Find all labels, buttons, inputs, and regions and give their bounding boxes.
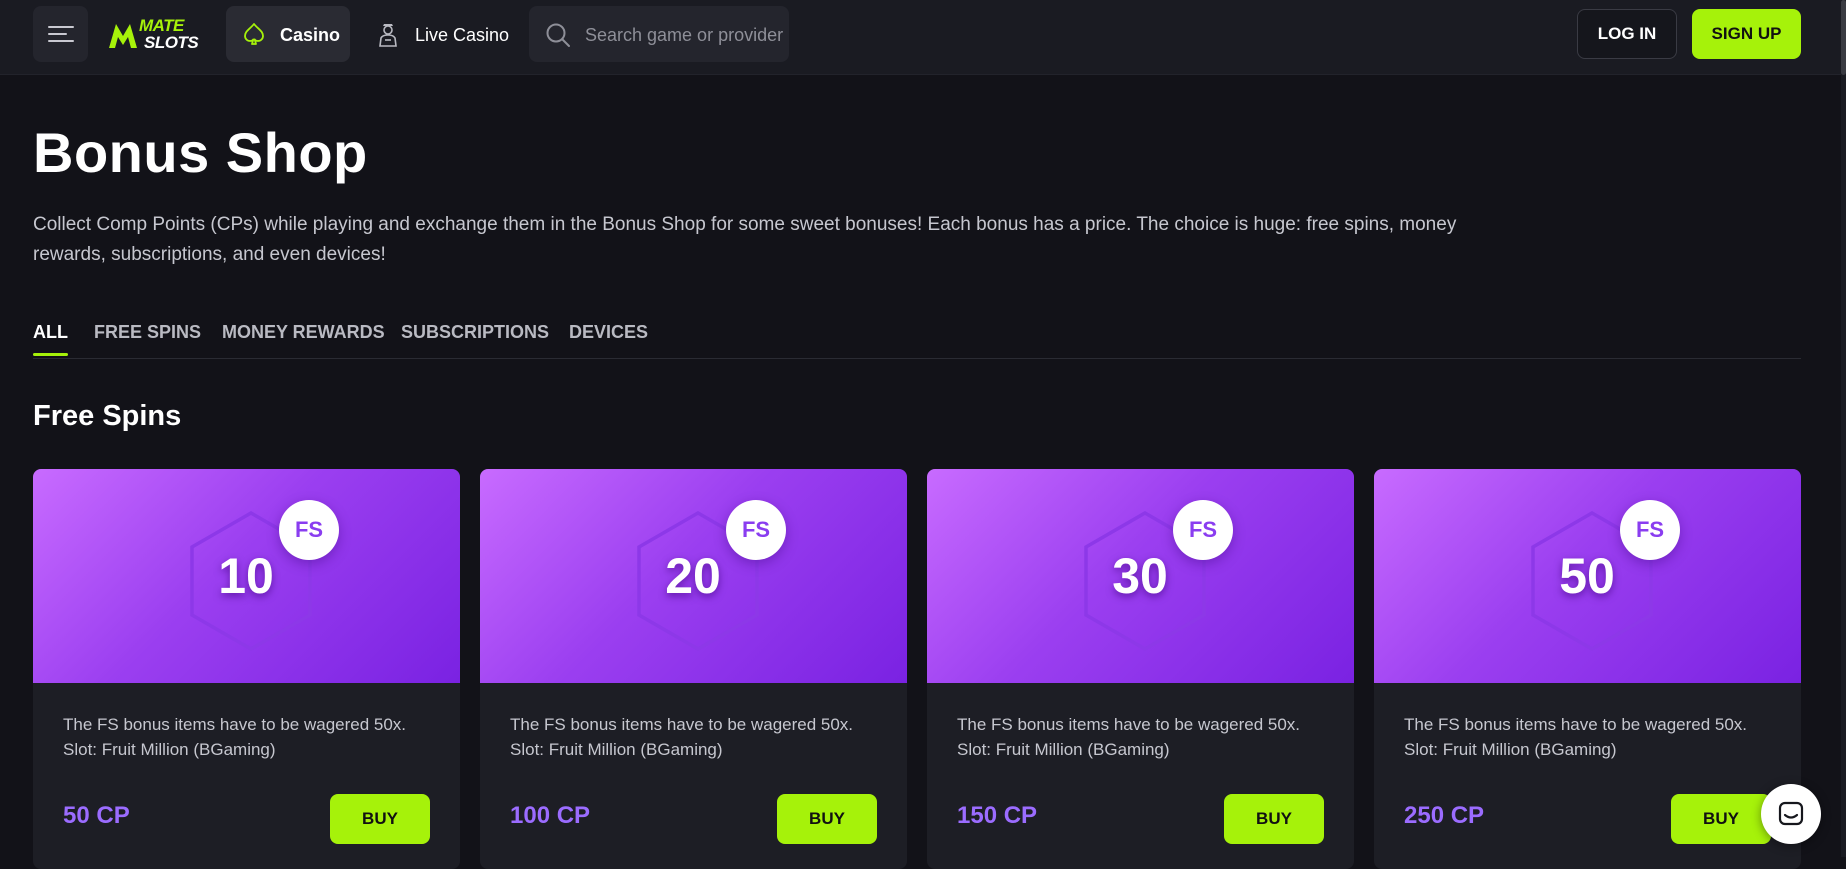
dealer-icon xyxy=(379,24,397,47)
scrollbar-thumb[interactable] xyxy=(1841,0,1846,75)
fs-badge: FS xyxy=(1620,500,1680,560)
menu-line xyxy=(48,40,74,42)
scrollbar[interactable] xyxy=(1841,0,1846,857)
search-icon xyxy=(546,23,570,47)
tab-subscriptions[interactable]: SUBSCRIPTIONS xyxy=(401,322,549,353)
fs-badge: FS xyxy=(279,500,339,560)
spade-icon xyxy=(244,23,264,45)
page-title: Bonus Shop xyxy=(33,121,368,184)
nav-casino[interactable]: Casino xyxy=(226,6,350,62)
top-bar: MATE SLOTS Casino Live Casino LOG IN SIG… xyxy=(0,0,1846,75)
buy-button[interactable]: BUY xyxy=(330,794,430,844)
tab-money-rewards[interactable]: MONEY REWARDS xyxy=(222,322,385,353)
logo-line1: MATE xyxy=(139,16,184,35)
bonus-card: 30 FS The FS bonus items have to be wage… xyxy=(927,469,1354,869)
menu-line xyxy=(48,26,74,28)
card-price: 150 CP xyxy=(957,802,1038,829)
card-price: 50 CP xyxy=(63,802,130,829)
nav-live-casino-label: Live Casino xyxy=(415,25,510,45)
card-banner: 10 FS xyxy=(33,469,460,683)
card-price: 250 CP xyxy=(1404,802,1485,829)
signup-button[interactable]: SIGN UP xyxy=(1692,9,1801,59)
section-title: Free Spins xyxy=(33,400,182,432)
card-banner: 20 FS xyxy=(480,469,907,683)
tab-free-spins[interactable]: FREE SPINS xyxy=(94,322,201,353)
page-intro: Collect Comp Points (CPs) while playing … xyxy=(33,214,1457,265)
logo-mark-icon xyxy=(109,24,137,48)
category-tabs: ALL FREE SPINS MONEY REWARDS SUBSCRIPTIO… xyxy=(33,318,1801,359)
chat-button[interactable] xyxy=(1761,784,1821,844)
card-description: The FS bonus items have to be wagered 50… xyxy=(957,715,1301,759)
card-description: The FS bonus items have to be wagered 50… xyxy=(1404,715,1748,759)
fs-badge: FS xyxy=(1173,500,1233,560)
card-description: The FS bonus items have to be wagered 50… xyxy=(63,715,407,759)
bonus-card: 50 FS The FS bonus items have to be wage… xyxy=(1374,469,1801,869)
matesslots-logo[interactable]: MATE SLOTS xyxy=(106,15,202,55)
nav-live-casino[interactable]: Live Casino xyxy=(372,6,522,62)
card-price: 100 CP xyxy=(510,802,591,829)
buy-button[interactable]: BUY xyxy=(777,794,877,844)
search-box[interactable] xyxy=(529,6,789,62)
tab-all[interactable]: ALL xyxy=(33,322,68,356)
bonus-card: 20 FS The FS bonus items have to be wage… xyxy=(480,469,907,869)
card-banner: 50 FS xyxy=(1374,469,1801,683)
card-banner: 30 FS xyxy=(927,469,1354,683)
nav-casino-label: Casino xyxy=(280,25,341,45)
search-input[interactable] xyxy=(583,20,787,50)
fs-badge: FS xyxy=(726,500,786,560)
login-button[interactable]: LOG IN xyxy=(1577,9,1677,59)
menu-line xyxy=(48,33,67,35)
logo-text: MATE SLOTS xyxy=(139,16,199,52)
chat-icon xyxy=(1778,801,1804,826)
card-description: The FS bonus items have to be wagered 50… xyxy=(510,715,854,759)
tab-devices[interactable]: DEVICES xyxy=(569,322,648,353)
buy-button[interactable]: BUY xyxy=(1224,794,1324,844)
menu-button[interactable] xyxy=(33,6,88,62)
buy-button[interactable]: BUY xyxy=(1671,794,1771,844)
logo-line2: SLOTS xyxy=(144,33,199,52)
bonus-card: 10 FS The FS bonus items have to be wage… xyxy=(33,469,460,869)
